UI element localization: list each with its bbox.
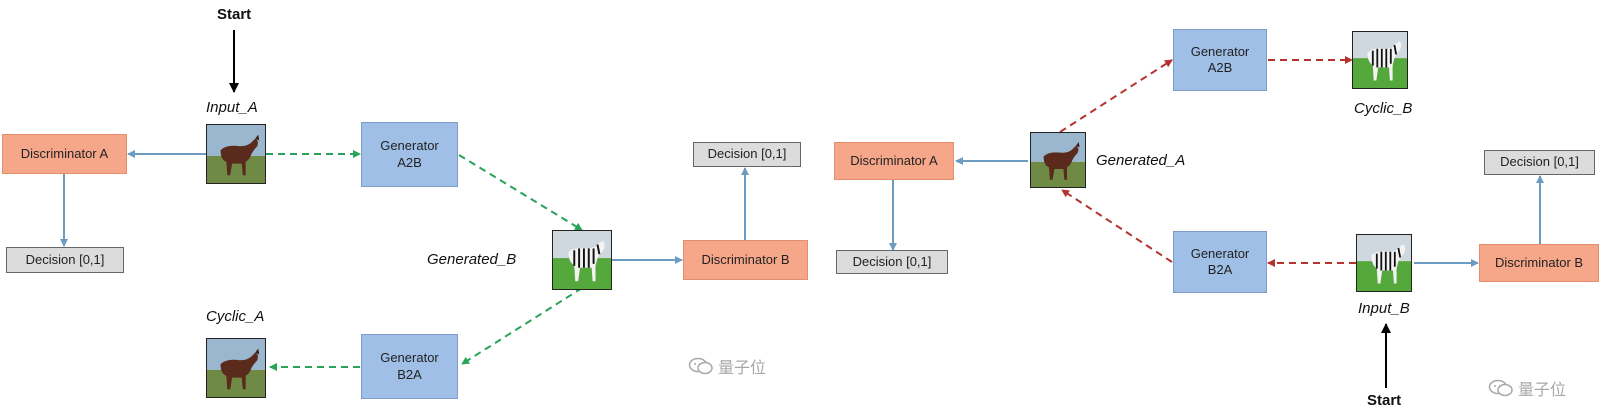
input-a-label: Input_A — [206, 99, 258, 116]
decision-a-label: Decision [0,1] — [25, 251, 105, 267]
wechat-icon — [1488, 379, 1513, 397]
input-b-label: Input_B — [1358, 300, 1410, 317]
discriminator-b: Discriminator B — [1479, 244, 1599, 282]
discriminator-a: Discriminator A — [834, 142, 954, 180]
generator-b2a-label: Generator B2A — [380, 350, 439, 382]
decision-b: Decision [0,1] — [693, 142, 801, 167]
arrow-generated-a-to-gen-a2b — [1059, 59, 1173, 133]
watermark: 量子位 — [688, 354, 766, 378]
wechat-icon — [688, 357, 713, 375]
arrow-gen-b2a-to-generated-a — [1061, 189, 1173, 263]
discriminator-a-label: Discriminator A — [850, 152, 938, 168]
generated-a-label: Generated_A — [1096, 152, 1186, 169]
discriminator-a: Discriminator A — [2, 134, 127, 174]
generated-b-label: Generated_B — [427, 251, 517, 268]
cyclic-a-label: Cyclic_A — [206, 308, 265, 325]
cyclic-b-label: Cyclic_B — [1354, 100, 1413, 117]
decision-a: Decision [0,1] — [836, 250, 948, 274]
discriminator-a-label: Discriminator A — [20, 145, 109, 161]
generator-a2b-label: Generator A2B — [380, 138, 439, 170]
discriminator-b: Discriminator B — [683, 240, 808, 280]
start-label: Start — [217, 6, 252, 23]
decision-b-label: Decision [0,1] — [707, 146, 787, 162]
decision-a-label: Decision [0,1] — [852, 253, 932, 269]
arrow-gen-a2b-to-generated-b — [458, 154, 583, 231]
watermark-text: 量子位 — [1518, 382, 1567, 399]
decision-a: Decision [0,1] — [6, 247, 124, 273]
start-label: Start — [1367, 392, 1402, 409]
horse-image — [1030, 132, 1086, 188]
generator-b2a-label: Generator B2A — [1190, 245, 1250, 277]
horse-image — [206, 338, 266, 398]
decision-b: Decision [0,1] — [1484, 150, 1595, 175]
watermark-text: 量子位 — [718, 360, 767, 377]
generator-b2a: Generator B2A — [361, 334, 458, 399]
generator-a2b-label: Generator A2B — [1190, 43, 1250, 75]
generator-b2a: Generator B2A — [1173, 231, 1267, 293]
zebra-image — [1352, 31, 1408, 89]
decision-b-label: Decision [0,1] — [1500, 154, 1579, 170]
arrow-generated-b-to-gen-b2a — [461, 287, 583, 365]
generator-a2b: Generator A2B — [1173, 29, 1267, 91]
watermark: 量子位 — [1488, 376, 1566, 400]
discriminator-b-label: Discriminator B — [1494, 254, 1584, 270]
discriminator-b-label: Discriminator B — [701, 251, 790, 267]
zebra-image — [552, 230, 612, 290]
horse-image — [206, 124, 266, 184]
zebra-image — [1356, 234, 1412, 292]
generator-a2b: Generator A2B — [361, 122, 458, 187]
